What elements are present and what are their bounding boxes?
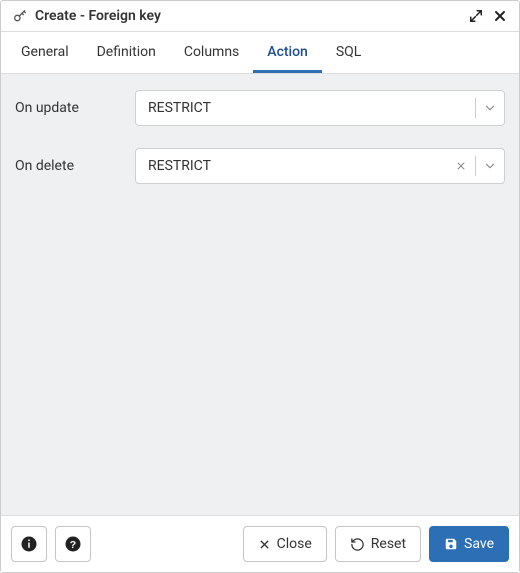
select-divider [475,156,476,176]
dialog-footer: ? Close Reset Save [1,515,519,572]
expand-icon[interactable] [467,7,485,25]
help-icon: ? [64,535,82,553]
help-button[interactable]: ? [55,526,91,562]
close-icon[interactable] [491,7,509,25]
chevron-down-icon [482,100,498,116]
on-update-row: On update RESTRICT [15,90,505,126]
key-icon [11,7,29,25]
save-button[interactable]: Save [429,526,509,562]
tab-columns[interactable]: Columns [170,32,253,73]
save-button-label: Save [464,536,494,552]
save-icon [444,537,458,551]
on-update-label: On update [15,100,135,116]
tab-content-action: On update RESTRICT On delete RESTRICT [1,74,519,515]
close-icon [258,538,271,551]
svg-text:?: ? [70,539,76,551]
close-button-label: Close [277,536,312,552]
chevron-down-icon [482,158,498,174]
foreign-key-dialog: Create - Foreign key General Definition … [0,0,520,573]
on-update-value: RESTRICT [148,100,469,116]
on-delete-value: RESTRICT [148,158,453,174]
tab-definition[interactable]: Definition [83,32,170,73]
on-delete-select[interactable]: RESTRICT [135,148,505,184]
titlebar: Create - Foreign key [1,1,519,32]
tab-action[interactable]: Action [253,32,322,73]
select-divider [475,98,476,118]
info-icon [20,535,38,553]
on-update-select[interactable]: RESTRICT [135,90,505,126]
tabs: General Definition Columns Action SQL [1,32,519,74]
info-button[interactable] [11,526,47,562]
on-delete-row: On delete RESTRICT [15,148,505,184]
reset-icon [350,537,365,552]
close-button[interactable]: Close [243,526,327,562]
tab-general[interactable]: General [7,32,83,73]
tab-sql[interactable]: SQL [322,32,375,73]
dialog-title: Create - Foreign key [35,8,161,24]
reset-button-label: Reset [371,536,406,552]
clear-icon[interactable] [453,158,469,174]
reset-button[interactable]: Reset [335,526,421,562]
on-delete-label: On delete [15,158,135,174]
